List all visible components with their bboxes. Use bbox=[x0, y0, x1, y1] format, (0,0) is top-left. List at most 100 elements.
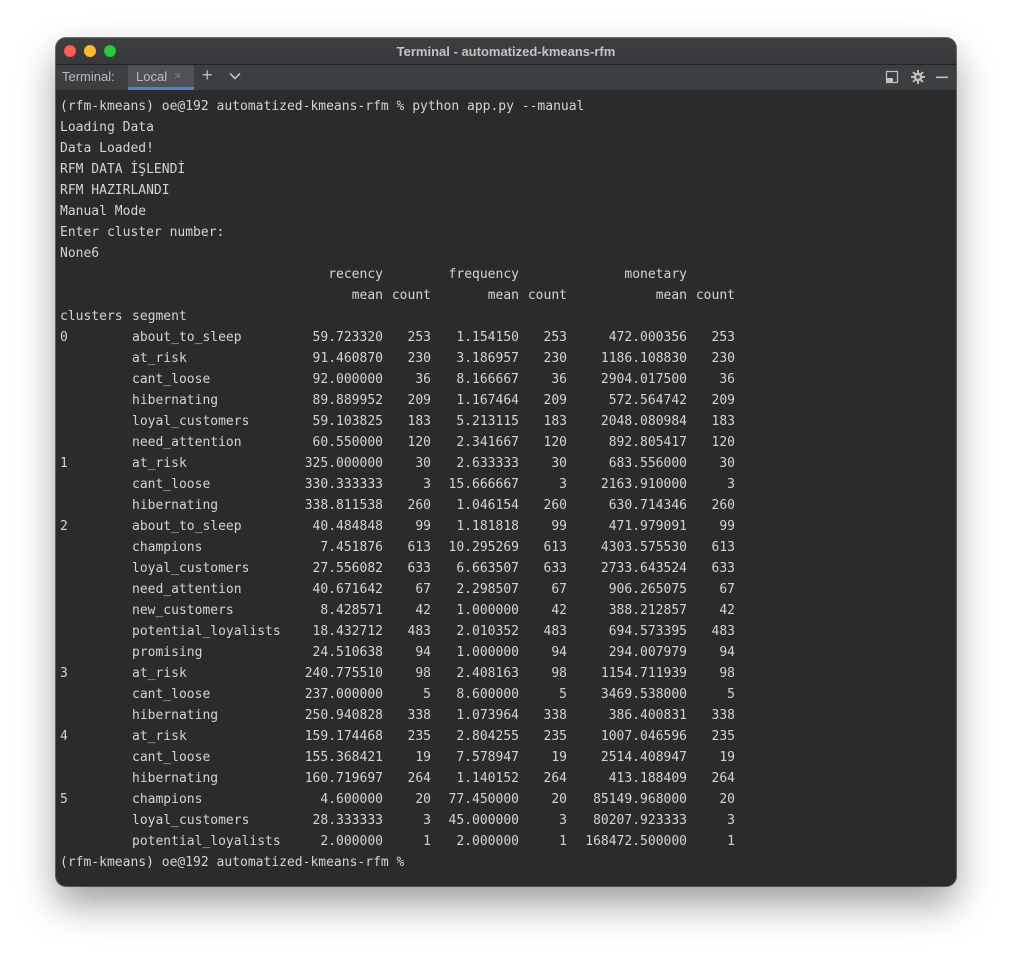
chevron-down-icon[interactable] bbox=[228, 69, 242, 86]
value-cell: 99 bbox=[551, 519, 567, 534]
value-cell: 120 bbox=[407, 435, 431, 450]
value-cell: 1.000000 bbox=[456, 603, 519, 618]
table-row: cant_loose 330.333333 3 15.666667 3 2163.9100… bbox=[60, 474, 952, 495]
output-line: Enter cluster number: bbox=[60, 225, 225, 240]
table-row: need_attention 40.671642 67 2.298507 67 906.2… bbox=[60, 579, 952, 600]
table-row: 3 at_risk 240.775510 98 2.408163 98 1154.71193… bbox=[60, 663, 952, 684]
value-cell: 572.564742 bbox=[608, 393, 687, 408]
value-cell: 633 bbox=[407, 561, 431, 576]
value-cell: 18.432712 bbox=[312, 624, 383, 639]
value-cell: 209 bbox=[711, 393, 735, 408]
rfm-table: recency frequency monetary mean count mean cou… bbox=[60, 264, 952, 852]
value-cell: 94 bbox=[551, 645, 567, 660]
minimize-panel-icon[interactable] bbox=[884, 69, 900, 85]
value-cell: 260 bbox=[543, 498, 567, 513]
value-cell: 8.166667 bbox=[456, 372, 519, 387]
output-line: Manual Mode bbox=[60, 204, 147, 219]
value-cell: 67 bbox=[719, 582, 735, 597]
value-cell: 3 bbox=[423, 813, 431, 828]
gear-icon[interactable] bbox=[910, 69, 926, 85]
value-cell: 2.298507 bbox=[456, 582, 519, 597]
segment-cell: hibernating bbox=[132, 771, 219, 786]
value-cell: 338 bbox=[711, 708, 735, 723]
segment-cell: potential_loyalists bbox=[132, 624, 281, 639]
value-cell: 7.451876 bbox=[320, 540, 383, 555]
value-cell: 2048.080984 bbox=[600, 414, 687, 429]
window-title: Terminal - automatized-kmeans-rfm bbox=[396, 44, 616, 59]
cluster-cell: 4 bbox=[60, 729, 68, 744]
value-cell: 28.333333 bbox=[312, 813, 383, 828]
value-cell: 30 bbox=[415, 456, 431, 471]
value-cell: 230 bbox=[711, 351, 735, 366]
value-cell: 2.633333 bbox=[456, 456, 519, 471]
value-cell: 1.181818 bbox=[456, 519, 519, 534]
table-row: potential_loyalists 18.432712 483 2.010352 4… bbox=[60, 621, 952, 642]
value-cell: 24.510638 bbox=[312, 645, 383, 660]
value-cell: 94 bbox=[415, 645, 431, 660]
value-cell: 5 bbox=[423, 687, 431, 702]
column-group-header: frequency bbox=[448, 267, 519, 282]
value-cell: 40.484848 bbox=[312, 519, 383, 534]
value-cell: 230 bbox=[543, 351, 567, 366]
value-cell: 250.940828 bbox=[304, 708, 383, 723]
value-cell: 20 bbox=[719, 792, 735, 807]
table-index-header: clusters segment bbox=[60, 306, 952, 327]
value-cell: 30 bbox=[719, 456, 735, 471]
value-cell: 235 bbox=[543, 729, 567, 744]
value-cell: 3 bbox=[559, 477, 567, 492]
value-cell: 159.174468 bbox=[304, 729, 383, 744]
table-row: 5 champions 4.600000 20 77.450000 20 85149.968… bbox=[60, 789, 952, 810]
segment-cell: potential_loyalists bbox=[132, 834, 281, 849]
table-row: cant_loose 237.000000 5 8.600000 5 3469.53800… bbox=[60, 684, 952, 705]
terminal-label: Terminal: bbox=[62, 69, 115, 84]
value-cell: 5 bbox=[727, 687, 735, 702]
value-cell: 36 bbox=[719, 372, 735, 387]
value-cell: 338 bbox=[543, 708, 567, 723]
value-cell: 630.714346 bbox=[608, 498, 687, 513]
segment-cell: loyal_customers bbox=[132, 813, 250, 828]
value-cell: 8.600000 bbox=[456, 687, 519, 702]
terminal-output[interactable]: (rfm-kmeans) oe@192 automatized-kmeans-r… bbox=[60, 96, 952, 882]
value-cell: 6.663507 bbox=[456, 561, 519, 576]
value-cell: 59.723320 bbox=[312, 330, 383, 345]
segment-cell: new_customers bbox=[132, 603, 234, 618]
output-line: RFM HAZIRLANDI bbox=[60, 183, 170, 198]
value-cell: 8.428571 bbox=[320, 603, 383, 618]
index-header-segment: segment bbox=[132, 309, 187, 324]
value-cell: 5.213115 bbox=[456, 414, 519, 429]
hide-icon[interactable] bbox=[934, 69, 950, 85]
value-cell: 260 bbox=[711, 498, 735, 513]
table-row: champions 7.451876 613 10.295269 613 4303.575… bbox=[60, 537, 952, 558]
value-cell: 683.556000 bbox=[608, 456, 687, 471]
tab-local-label: Local bbox=[136, 69, 168, 84]
value-cell: 3 bbox=[727, 813, 735, 828]
value-cell: 183 bbox=[543, 414, 567, 429]
value-cell: 10.295269 bbox=[448, 540, 519, 555]
value-cell: 1154.711939 bbox=[600, 666, 687, 681]
value-cell: 386.400831 bbox=[608, 708, 687, 723]
value-cell: 2.408163 bbox=[456, 666, 519, 681]
close-tab-icon[interactable]: × bbox=[174, 68, 182, 83]
value-cell: 155.368421 bbox=[304, 750, 383, 765]
table-row: loyal_customers 27.556082 633 6.663507 633 27… bbox=[60, 558, 952, 579]
table-row: new_customers 8.428571 42 1.000000 42 388.212… bbox=[60, 600, 952, 621]
new-tab-button[interactable]: + bbox=[202, 65, 213, 86]
table-row: 0 about_to_sleep 59.723320 253 1.154150 253 47… bbox=[60, 327, 952, 348]
value-cell: 1.046154 bbox=[456, 498, 519, 513]
segment-cell: cant_loose bbox=[132, 372, 211, 387]
value-cell: 472.000356 bbox=[608, 330, 687, 345]
value-cell: 98 bbox=[551, 666, 567, 681]
value-cell: 42 bbox=[551, 603, 567, 618]
value-cell: 120 bbox=[543, 435, 567, 450]
table-row: 4 at_risk 159.174468 235 2.804255 235 1007.046… bbox=[60, 726, 952, 747]
value-cell: 260 bbox=[407, 498, 431, 513]
value-cell: 483 bbox=[543, 624, 567, 639]
value-cell: 60.550000 bbox=[312, 435, 383, 450]
tab-local[interactable]: Local × bbox=[128, 65, 194, 90]
value-cell: 91.460870 bbox=[312, 351, 383, 366]
value-cell: 20 bbox=[415, 792, 431, 807]
segment-cell: cant_loose bbox=[132, 687, 211, 702]
column-sub-header: count bbox=[695, 288, 735, 303]
cluster-cell: 0 bbox=[60, 330, 68, 345]
value-cell: 120 bbox=[711, 435, 735, 450]
